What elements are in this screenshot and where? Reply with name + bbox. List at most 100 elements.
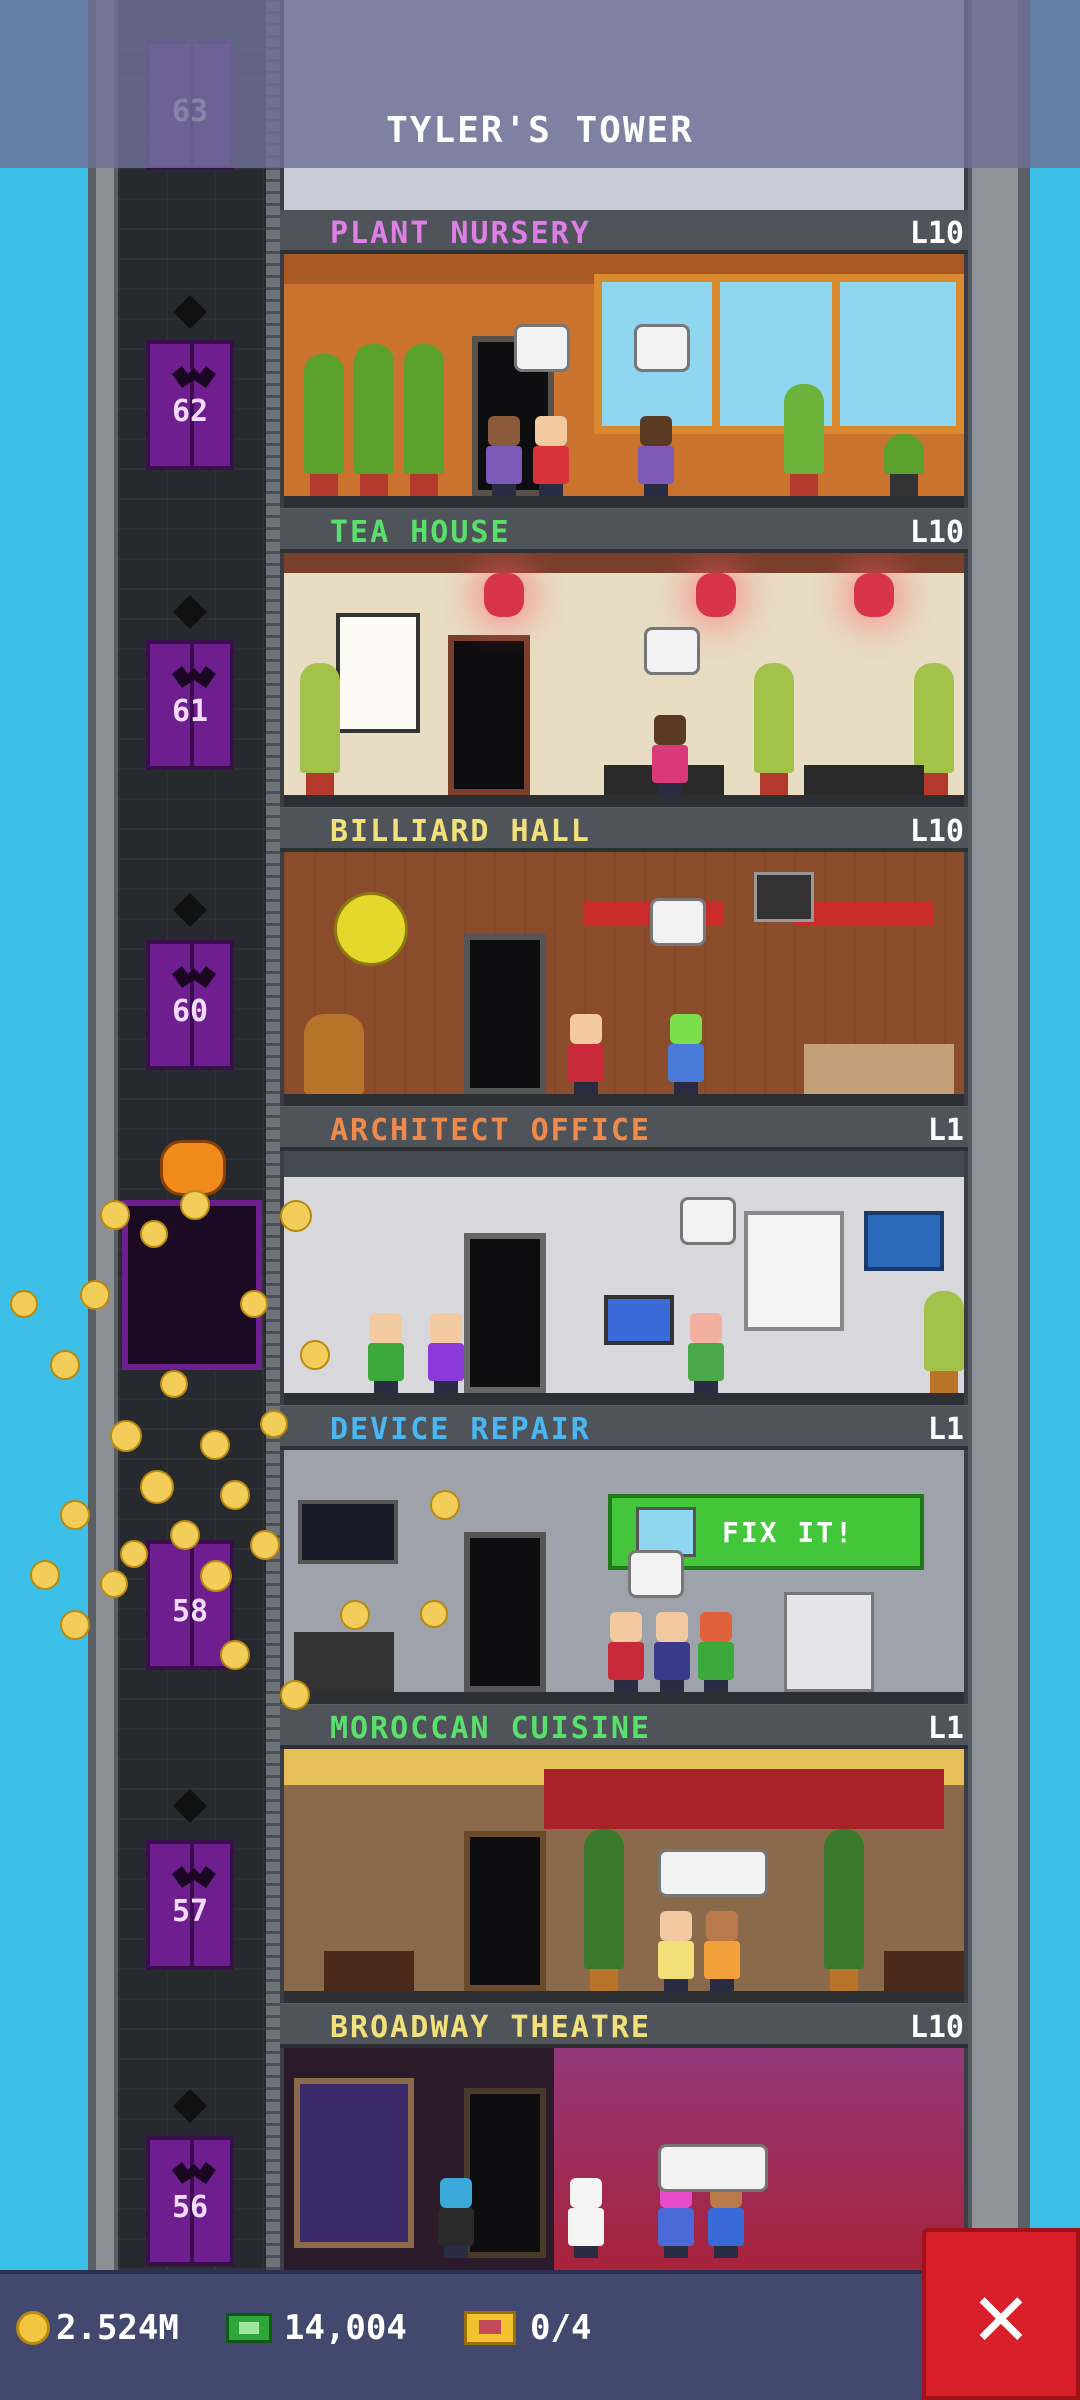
- desk-computer: [604, 1295, 674, 1345]
- blueprint-frame: [864, 1211, 944, 1271]
- bitizen[interactable]: [564, 2178, 608, 2258]
- room-interior: [280, 2048, 968, 2270]
- floor-label: TEA HOUSE L10: [280, 509, 968, 553]
- floor-level-badge: L10: [909, 2010, 964, 2045]
- bat-icon: [172, 1866, 216, 1888]
- bat-icon: [172, 366, 216, 388]
- theatre-poster: [294, 2078, 414, 2248]
- bitizen[interactable]: [434, 2178, 478, 2258]
- floor-level-badge: L1: [927, 1113, 964, 1148]
- coin-particle: [110, 1420, 142, 1452]
- elevator-floor-marker[interactable]: 56: [146, 2136, 234, 2266]
- floor-billiard-hall[interactable]: BILLIARD HALL L10: [280, 808, 968, 1106]
- elevator-floor-marker[interactable]: 60: [146, 940, 234, 1070]
- room-door: [464, 1233, 546, 1393]
- bitizen[interactable]: [564, 1014, 608, 1094]
- potted-plant: [884, 416, 924, 496]
- palm-plant: [824, 1811, 864, 1991]
- floor-broadway-theatre[interactable]: BROADWAY THEATRE L10: [280, 2004, 968, 2270]
- elevator-floor-marker[interactable]: 62: [146, 340, 234, 470]
- ticket-icon: [464, 2311, 516, 2345]
- bux-value: 14,004: [284, 2308, 407, 2348]
- floor-level-badge: L1: [927, 1412, 964, 1447]
- request-bubble[interactable]: [650, 898, 706, 946]
- coin-particle: [240, 1290, 268, 1318]
- jukebox: [304, 1014, 364, 1094]
- tower-title[interactable]: TYLER'S TOWER: [0, 110, 1080, 151]
- elevator-floor-marker[interactable]: 61: [146, 640, 234, 770]
- tickets-counter[interactable]: 0/4: [464, 2300, 591, 2356]
- floor-label: DEVICE REPAIR L1: [280, 1406, 968, 1450]
- coin-particle: [140, 1470, 174, 1504]
- tower-right-wall: [968, 0, 1018, 2270]
- floor-plant-nursery[interactable]: PLANT NURSERY L10: [280, 210, 968, 508]
- top-bar: TYLER'S TOWER: [0, 0, 1080, 168]
- floor-label: ARCHITECT OFFICE L1: [280, 1107, 968, 1151]
- pool-table: [804, 1044, 954, 1094]
- bitizen[interactable]: [664, 1014, 708, 1094]
- dining-table: [324, 1951, 414, 1991]
- floor-label: MOROCCAN CUISINE L1: [280, 1705, 968, 1749]
- bitizen[interactable]: [529, 416, 573, 496]
- lantern: [696, 573, 736, 617]
- bitizen[interactable]: [684, 1313, 728, 1393]
- bitizen[interactable]: [364, 1313, 408, 1393]
- request-bubble[interactable]: [628, 1550, 684, 1598]
- potted-plant: [924, 1273, 964, 1393]
- bitizen[interactable]: [694, 1612, 738, 1692]
- coin-particle: [80, 1280, 110, 1310]
- bux-counter[interactable]: 14,004: [226, 2300, 407, 2356]
- floor-level-badge: L1: [927, 1711, 964, 1746]
- floor-tea-house[interactable]: TEA HOUSE L10: [280, 509, 968, 807]
- request-bubble[interactable]: [680, 1197, 736, 1245]
- request-bubble[interactable]: [644, 627, 700, 675]
- coin-particle: [60, 1610, 90, 1640]
- floor-moroccan-cuisine[interactable]: MOROCCAN CUISINE L1: [280, 1705, 968, 2003]
- potted-plant: [404, 326, 444, 496]
- floor-name: BILLIARD HALL: [330, 814, 591, 849]
- floor-level-badge: L10: [909, 216, 964, 251]
- floor-architect-office[interactable]: ARCHITECT OFFICE L1: [280, 1107, 968, 1405]
- floor-device-repair[interactable]: DEVICE REPAIR L1 FIX IT!: [280, 1406, 968, 1704]
- floor-level-badge: L10: [909, 814, 964, 849]
- coin-particle: [60, 1500, 90, 1530]
- coin-particle: [280, 1200, 312, 1232]
- elevator-floor-marker[interactable]: 57: [146, 1840, 234, 1970]
- coin-particle: [220, 1480, 250, 1510]
- resource-bar: 2.524M 14,004 0/4: [0, 2270, 922, 2400]
- request-bubble[interactable]: [658, 1849, 768, 1897]
- potted-plant: [304, 336, 344, 496]
- coin-particle: [10, 1290, 38, 1318]
- tower-outer-wall: [96, 0, 114, 2270]
- bitizen[interactable]: [424, 1313, 468, 1393]
- room-interior: [280, 852, 968, 1106]
- elevator-floor-number: 56: [171, 2190, 209, 2225]
- close-button[interactable]: ✕: [922, 2228, 1080, 2400]
- coin-particle: [170, 1520, 200, 1550]
- bitizen[interactable]: [604, 1612, 648, 1692]
- request-bubble[interactable]: [634, 324, 690, 372]
- bitizen[interactable]: [648, 715, 692, 795]
- room-door: [464, 1831, 546, 1991]
- floor-label: BILLIARD HALL L10: [280, 808, 968, 852]
- floor-label: BROADWAY THEATRE L10: [280, 2004, 968, 2048]
- potted-plant: [354, 326, 394, 496]
- bitizen[interactable]: [654, 1911, 698, 1991]
- coin-particle: [140, 1220, 168, 1248]
- coins-value: 2.524M: [56, 2308, 179, 2348]
- bitizen[interactable]: [650, 1612, 694, 1692]
- bitizen[interactable]: [634, 416, 678, 496]
- bitizen[interactable]: [482, 416, 526, 496]
- coin-particle: [200, 1430, 230, 1460]
- request-bubble[interactable]: [514, 324, 570, 372]
- coin-particle: [200, 1560, 232, 1592]
- coin-particle: [100, 1570, 128, 1598]
- floor-name: ARCHITECT OFFICE: [330, 1113, 651, 1148]
- coin-particle: [100, 1200, 130, 1230]
- bitizen[interactable]: [700, 1911, 744, 1991]
- billiard-ball-decor: [334, 892, 408, 966]
- floor-name: DEVICE REPAIR: [330, 1412, 591, 1447]
- request-bubble[interactable]: [658, 2144, 768, 2192]
- tea-scroll: [336, 613, 420, 733]
- coins-counter[interactable]: 2.524M: [16, 2300, 179, 2356]
